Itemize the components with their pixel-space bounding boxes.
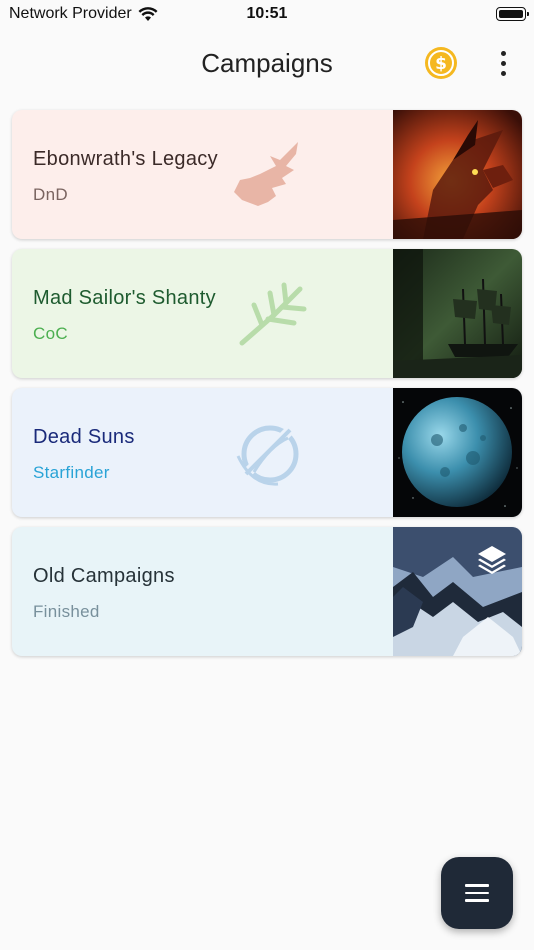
more-options-button[interactable] <box>490 48 516 78</box>
planet-ring-icon <box>236 422 299 486</box>
campaign-card-mad-sailor[interactable]: Mad Sailor's Shanty CoC <box>12 249 522 378</box>
campaign-title: Mad Sailor's Shanty <box>33 287 216 309</box>
status-bar: Network Provider 10:51 <box>0 0 534 30</box>
dragon-head-icon <box>234 142 298 206</box>
status-time: 10:51 <box>246 5 288 22</box>
campaign-status: Finished <box>33 602 100 621</box>
campaign-title: Dead Suns <box>33 426 135 448</box>
campaign-title: Ebonwrath's Legacy <box>33 148 218 170</box>
battery-icon <box>496 7 529 21</box>
campaign-system: CoC <box>33 324 68 343</box>
campaign-system: Starfinder <box>33 463 110 482</box>
tentacle-branch-icon <box>239 282 307 346</box>
campaign-list: Ebonwrath's Legacy DnD Mad Sailor's Shan… <box>12 110 522 666</box>
blue-planet-artwork <box>393 388 522 517</box>
campaign-card-dead-suns[interactable]: Dead Suns Starfinder <box>12 388 522 517</box>
ghost-ship-artwork <box>393 249 522 378</box>
campaign-card-old-campaigns[interactable]: Old Campaigns Finished <box>12 527 522 656</box>
svg-text:$: $ <box>435 54 447 74</box>
app-bar: Campaigns $ <box>0 30 534 98</box>
layers-icon <box>478 546 506 574</box>
menu-fab-button[interactable] <box>441 857 513 929</box>
dollar-coin-icon: $ <box>425 47 457 79</box>
campaign-system: DnD <box>33 185 68 204</box>
menu-icon <box>465 884 489 887</box>
more-vert-icon <box>500 50 506 56</box>
campaign-title: Old Campaigns <box>33 565 175 587</box>
campaign-card-ebonwrath[interactable]: Ebonwrath's Legacy DnD <box>12 110 522 239</box>
coin-button[interactable]: $ <box>424 46 458 80</box>
red-dragon-artwork <box>393 110 522 239</box>
